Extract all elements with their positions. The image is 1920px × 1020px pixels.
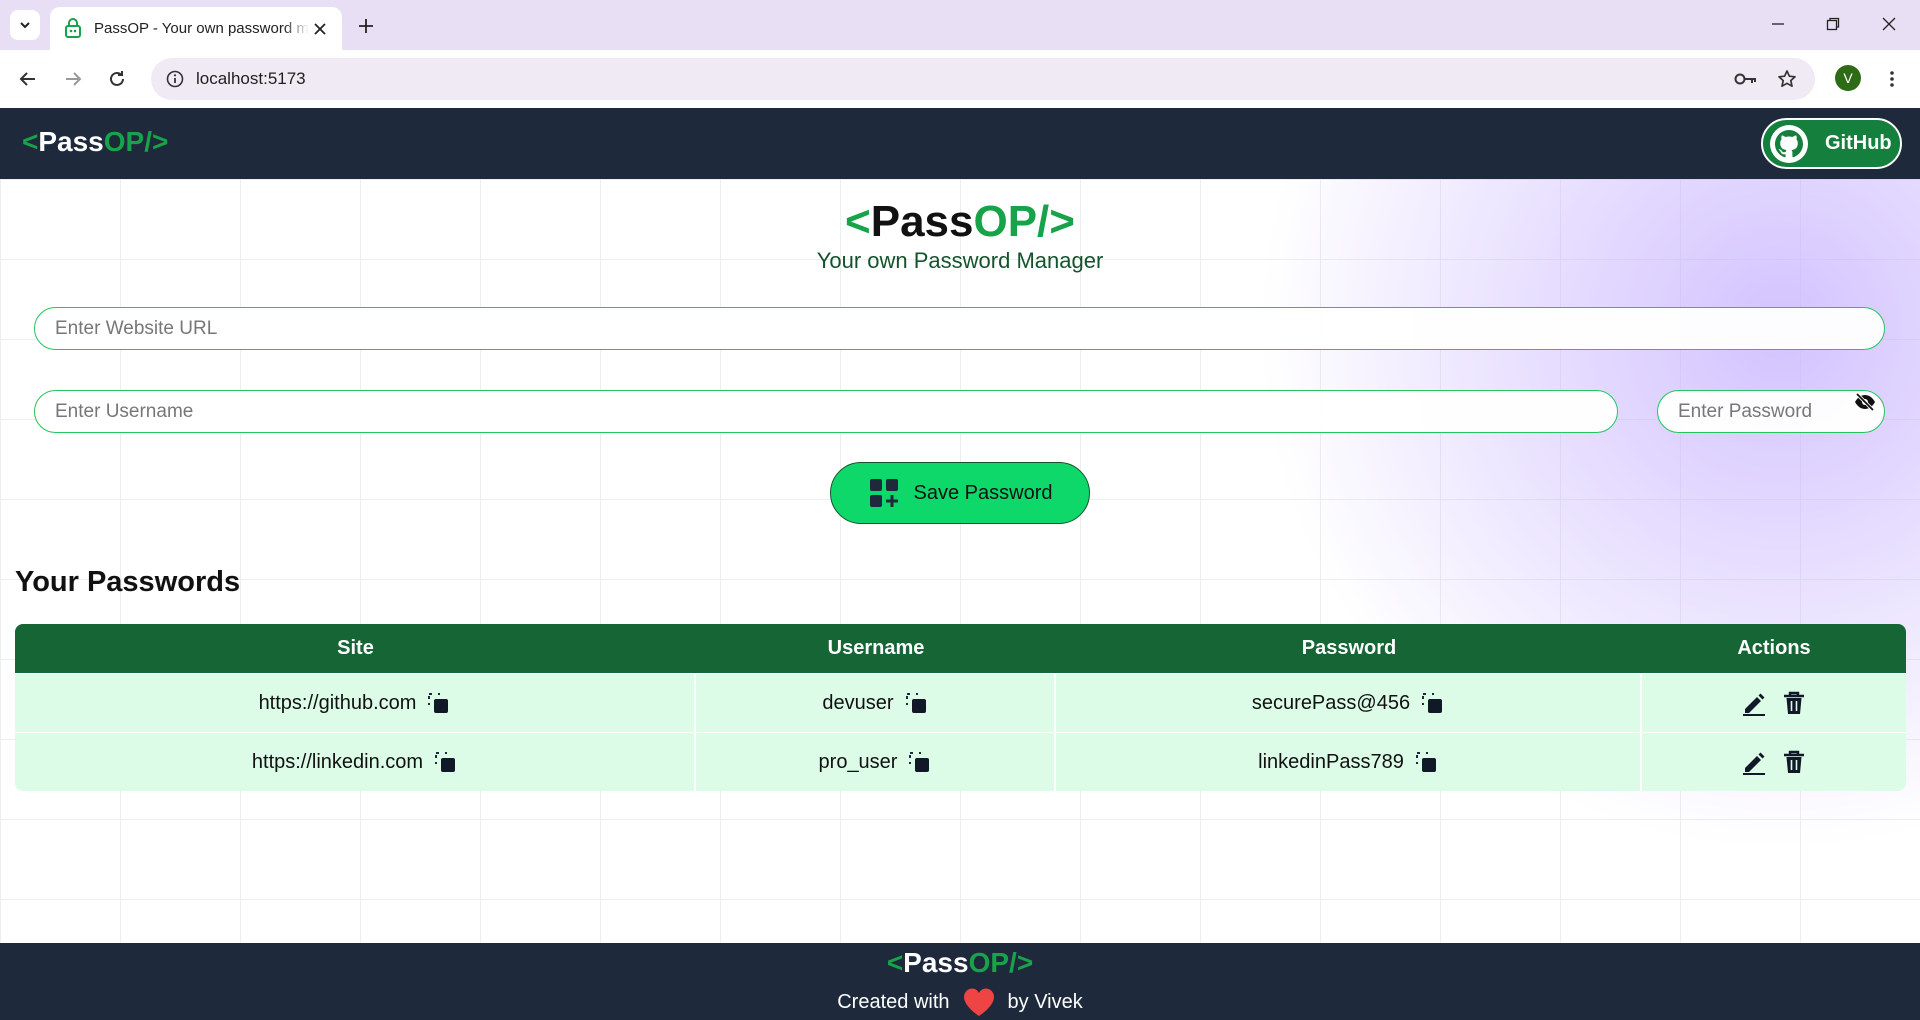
footer: <PassOP/> Created with by Vivek bbox=[0, 943, 1920, 1020]
table-row: https://linkedin.com pro_user linkedinPa… bbox=[15, 732, 1906, 791]
table-row: https://github.com devuser securePass@45… bbox=[15, 673, 1906, 732]
tab-close-button[interactable] bbox=[310, 19, 330, 39]
navbar: <PassOP/> GitHub bbox=[0, 108, 1920, 179]
grid-plus-icon bbox=[869, 479, 898, 507]
heart-icon bbox=[963, 988, 994, 1016]
profile-avatar[interactable]: V bbox=[1835, 65, 1861, 91]
site-cell: https://github.com bbox=[15, 674, 696, 732]
nav-logo[interactable]: <PassOP/> bbox=[22, 126, 168, 158]
password-text: linkedinPass789 bbox=[1258, 750, 1404, 773]
password-input[interactable] bbox=[1657, 390, 1885, 433]
main-content: <PassOP/> Your own Password Manager Save… bbox=[0, 179, 1920, 943]
address-bar[interactable]: localhost:5173 bbox=[151, 58, 1815, 100]
username-cell: devuser bbox=[696, 674, 1056, 732]
copy-icon[interactable] bbox=[1414, 750, 1438, 774]
password-text: securePass@456 bbox=[1251, 691, 1411, 714]
username-text: pro_user bbox=[818, 750, 898, 773]
footer-logo-op: OP/> bbox=[968, 947, 1034, 978]
table-header: Site Username Password Actions bbox=[15, 624, 1906, 673]
footer-logo-pass: Pass bbox=[903, 947, 969, 978]
copy-icon[interactable] bbox=[426, 691, 450, 715]
site-link[interactable]: https://linkedin.com bbox=[252, 751, 423, 774]
toggle-password-visibility[interactable] bbox=[1853, 390, 1877, 414]
robot-lock-icon bbox=[65, 17, 81, 38]
column-header-username: Username bbox=[827, 637, 925, 659]
password-key-button[interactable] bbox=[1733, 66, 1759, 92]
minimize-icon bbox=[1772, 23, 1784, 25]
username-cell: pro_user bbox=[696, 733, 1056, 791]
username-text: devuser bbox=[822, 691, 894, 714]
password-cell: securePass@456 bbox=[1056, 674, 1642, 732]
reload-icon bbox=[110, 71, 124, 86]
browser-toolbar: localhost:5173 V bbox=[0, 50, 1920, 108]
star-icon bbox=[1778, 70, 1796, 88]
by-author-text: by Vivek bbox=[1007, 990, 1083, 1013]
browser-tabstrip: PassOP - Your own password manager bbox=[0, 0, 1920, 50]
hero-logo-bracket: < bbox=[845, 197, 871, 246]
footer-logo: <PassOP/> bbox=[0, 947, 1920, 979]
reload-button[interactable] bbox=[103, 65, 131, 93]
actions-cell bbox=[1642, 733, 1906, 791]
copy-icon[interactable] bbox=[433, 750, 457, 774]
restore-icon bbox=[1826, 17, 1840, 31]
website-url-input[interactable] bbox=[34, 307, 1885, 350]
column-header-actions: Actions bbox=[1737, 637, 1811, 659]
plus-icon bbox=[359, 19, 373, 33]
close-icon bbox=[314, 22, 326, 35]
tab-search-button[interactable] bbox=[10, 10, 40, 40]
logo-bracket: < bbox=[22, 126, 39, 157]
github-label: GitHub bbox=[1825, 132, 1892, 154]
username-input[interactable] bbox=[34, 390, 1618, 433]
column-header-password: Password bbox=[1301, 637, 1397, 659]
restore-button[interactable] bbox=[1810, 8, 1856, 40]
logo-op: OP/> bbox=[103, 126, 169, 157]
hero-logo-op: OP/> bbox=[973, 197, 1075, 246]
copy-icon[interactable] bbox=[907, 750, 931, 774]
save-password-label: Save Password bbox=[913, 481, 1053, 504]
copy-icon[interactable] bbox=[904, 691, 928, 715]
trash-icon[interactable] bbox=[1781, 749, 1807, 775]
close-icon bbox=[1882, 17, 1896, 31]
minimize-button[interactable] bbox=[1755, 8, 1801, 40]
bookmark-button[interactable] bbox=[1774, 66, 1800, 92]
github-button[interactable]: GitHub bbox=[1761, 118, 1902, 169]
new-tab-button[interactable] bbox=[352, 12, 380, 40]
hero-subtitle: Your own Password Manager bbox=[816, 248, 1104, 273]
back-button[interactable] bbox=[14, 65, 42, 93]
site-cell: https://linkedin.com bbox=[15, 733, 696, 791]
save-password-button[interactable]: Save Password bbox=[830, 462, 1090, 524]
actions-cell bbox=[1642, 674, 1906, 732]
arrow-right-icon bbox=[66, 72, 82, 86]
pencil-icon[interactable] bbox=[1741, 690, 1767, 716]
pencil-icon[interactable] bbox=[1741, 749, 1767, 775]
page: <PassOP/> GitHub <PassOP/> Your own Pass… bbox=[0, 108, 1920, 1020]
hero-logo: <PassOP/> bbox=[0, 197, 1920, 247]
arrow-left-icon bbox=[19, 72, 35, 86]
created-with-text: Created with bbox=[837, 990, 950, 1013]
column-header-site: Site bbox=[337, 637, 374, 659]
more-vertical-icon bbox=[1890, 71, 1894, 87]
footer-logo-bracket: < bbox=[886, 947, 904, 978]
browser-tab[interactable]: PassOP - Your own password manager bbox=[50, 7, 342, 50]
info-icon bbox=[166, 70, 184, 88]
close-window-button[interactable] bbox=[1866, 8, 1912, 40]
eye-slash-icon bbox=[1855, 393, 1875, 411]
passwords-table: Site Username Password Actions https://g… bbox=[15, 624, 1906, 791]
key-icon bbox=[1734, 73, 1756, 85]
copy-icon[interactable] bbox=[1420, 691, 1444, 715]
github-icon bbox=[1770, 124, 1808, 163]
logo-pass: Pass bbox=[38, 126, 104, 157]
hero-logo-pass: Pass bbox=[870, 197, 974, 246]
password-cell: linkedinPass789 bbox=[1056, 733, 1642, 791]
footer-credit: Created with by Vivek bbox=[0, 987, 1920, 1017]
trash-icon[interactable] bbox=[1781, 690, 1807, 716]
chevron-down-icon bbox=[20, 22, 30, 29]
tab-title: PassOP - Your own password manager bbox=[94, 20, 309, 37]
passwords-title: Your Passwords bbox=[15, 566, 241, 598]
site-info-button[interactable] bbox=[161, 65, 189, 93]
browser-menu-button[interactable] bbox=[1878, 65, 1906, 93]
url-text: localhost:5173 bbox=[196, 69, 306, 88]
forward-button[interactable] bbox=[59, 65, 87, 93]
site-link[interactable]: https://github.com bbox=[259, 692, 417, 715]
